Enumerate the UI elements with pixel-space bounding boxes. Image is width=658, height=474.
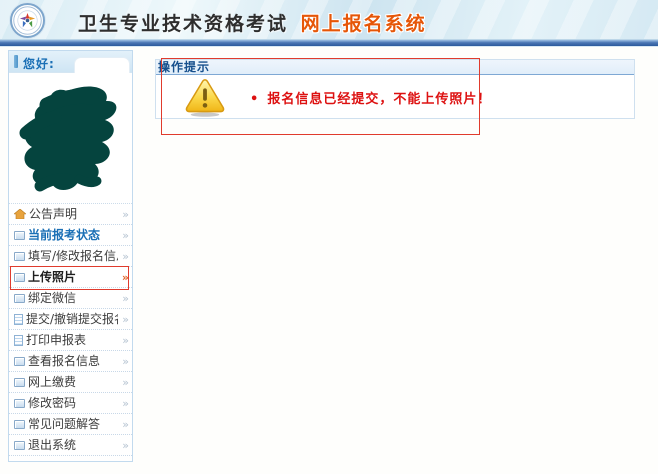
photo-card-icon [14,356,25,366]
photo-card-icon [14,377,25,387]
title-main-text: 卫生专业技术资格考试 [78,13,289,35]
sidebar: 您好: 公告声明 » 当前报考状态 » 填写/修改报名信息 » [8,50,133,462]
photo-card-icon [14,440,25,450]
chevron-right-icon: » [122,376,129,389]
sidebar-item-label: 修改密码 [28,396,77,410]
sidebar-item-bind-wechat[interactable]: 绑定微信 » [9,288,132,309]
chevron-right-icon: » [122,439,129,452]
page-title: 卫生专业技术资格考试 网上报名系统 [78,9,427,36]
chevron-right-icon: » [122,313,129,326]
sidebar-item-change-password[interactable]: 修改密码 » [9,393,132,414]
sidebar-item-label: 填写/修改报名信息 [28,249,118,263]
chevron-right-icon: » [122,208,129,221]
chevron-right-icon: » [122,229,129,242]
sidebar-item-label: 查看报名信息 [28,354,101,368]
chevron-right-icon: » [122,334,129,347]
document-icon [14,334,23,346]
app-header: 卫生专业技术资格考试 网上报名系统 [0,0,658,40]
greeting-text: 您好: [23,57,55,71]
photo-card-icon [14,230,25,240]
sidebar-item-label: 公告声明 [29,207,78,221]
sidebar-item-faq[interactable]: 常见问题解答 » [9,414,132,435]
sidebar-item-view-info[interactable]: 查看报名信息 » [9,351,132,372]
sidebar-item-label: 绑定微信 [28,291,77,305]
sidebar-item-label: 当前报考状态 [28,228,101,242]
sidebar-menu: 公告声明 » 当前报考状态 » 填写/修改报名信息 » 上传照片 » 绑定微信 … [9,203,132,456]
sidebar-item-label: 网上缴费 [28,375,77,389]
sidebar-item-label: 打印申报表 [26,333,87,347]
chevron-right-icon: » [122,355,129,368]
chevron-right-icon: » [122,397,129,410]
sidebar-item-logout[interactable]: 退出系统 » [9,435,132,456]
sidebar-item-announcement[interactable]: 公告声明 » [9,204,132,225]
photo-card-icon [14,419,25,429]
user-info-area [9,73,132,203]
emblem-icon [10,3,45,38]
photo-card-icon [14,398,25,408]
sidebar-item-label: 常见问题解答 [28,417,101,431]
annotation-box-alert [161,58,480,135]
greeting-tab-shape [74,57,130,73]
sidebar-item-online-payment[interactable]: 网上缴费 » [9,372,132,393]
document-icon [14,313,23,325]
chevron-right-icon: » [122,292,129,305]
sidebar-item-label: 退出系统 [28,438,77,452]
chevron-right-icon: » [122,250,129,263]
redaction-scribble [19,86,117,192]
chevron-right-icon: » [122,418,129,431]
title-accent-text: 网上报名系统 [300,13,427,35]
photo-card-icon [14,251,25,261]
sidebar-item-print-form[interactable]: 打印申报表 » [9,330,132,351]
photo-card-icon [14,293,25,303]
header-divider-bar [0,40,658,47]
annotation-box-upload-photo [10,266,129,290]
sidebar-item-fill-modify-info[interactable]: 填写/修改报名信息 » [9,246,132,267]
sidebar-greeting-bar: 您好: [9,51,132,73]
sidebar-item-current-status[interactable]: 当前报考状态 » [9,225,132,246]
home-icon [14,209,26,219]
sidebar-item-label: 提交/撤销提交报名 [26,312,118,326]
sidebar-item-submit-cancel[interactable]: 提交/撤销提交报名 » [9,309,132,330]
greeting-accent-bar-icon [14,55,18,68]
